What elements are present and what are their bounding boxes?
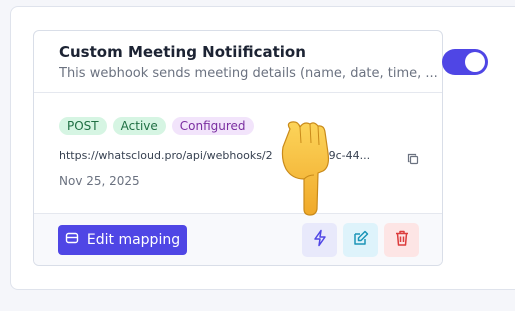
copy-icon[interactable]	[407, 150, 419, 164]
test-webhook-button[interactable]	[302, 223, 337, 257]
status-badge: Active	[112, 117, 166, 135]
webhook-title: Custom Meeting Notiification	[59, 43, 306, 61]
lightning-icon	[312, 229, 328, 251]
delete-webhook-button[interactable]	[384, 223, 419, 257]
pointing-hand-icon	[278, 119, 340, 217]
edit-webhook-button[interactable]	[343, 223, 378, 257]
trash-icon	[393, 229, 411, 251]
toggle-knob	[465, 52, 485, 72]
webhook-card-footer: Edit mapping	[34, 213, 442, 265]
edit-mapping-button[interactable]: Edit mapping	[58, 225, 187, 255]
mapping-status-badge: Configured	[171, 117, 254, 135]
webhook-date: Nov 25, 2025	[59, 174, 140, 188]
pencil-icon	[352, 229, 370, 251]
webhook-url: https://whatscloud.pro/api/webhooks/2 00…	[59, 149, 371, 162]
webhook-url-row: https://whatscloud.pro/api/webhooks/2 00…	[59, 149, 419, 164]
method-badge: POST	[59, 117, 107, 135]
webhook-card-header: Custom Meeting Notiification This webhoo…	[34, 31, 442, 93]
webhook-card: Custom Meeting Notiification This webhoo…	[33, 30, 443, 266]
database-icon	[65, 231, 79, 249]
edit-mapping-label: Edit mapping	[86, 232, 181, 248]
webhook-enabled-toggle[interactable]	[442, 49, 488, 75]
webhook-description: This webhook sends meeting details (name…	[59, 66, 438, 81]
badge-group: POST Active Configured	[59, 117, 254, 135]
